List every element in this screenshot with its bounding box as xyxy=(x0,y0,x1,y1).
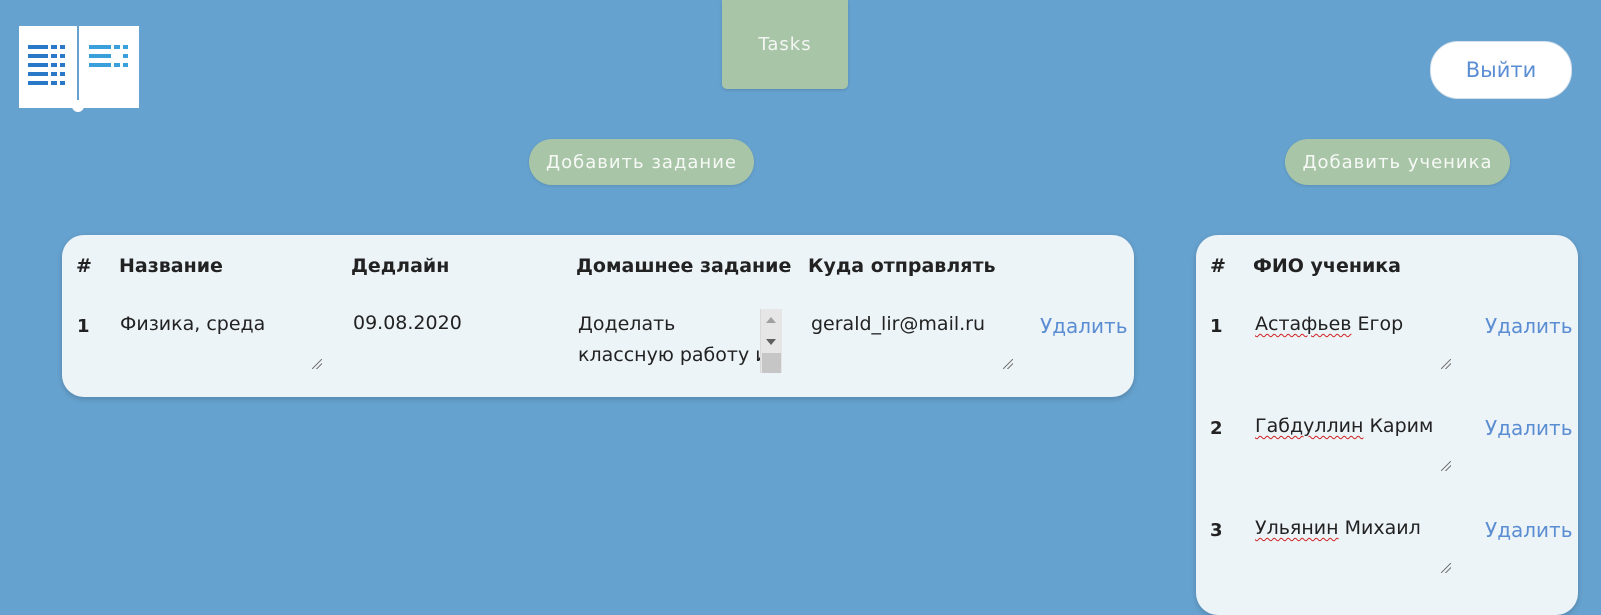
row-number: 2 xyxy=(1210,418,1223,439)
students-table: # ФИО ученика 1 Астафьев Егор Удалить 2 … xyxy=(1196,235,1578,615)
resize-handle-icon[interactable] xyxy=(1441,359,1451,369)
open-book-icon xyxy=(19,26,139,112)
add-task-button[interactable]: Добавить задание xyxy=(529,139,754,185)
delete-student-link[interactable]: Удалить xyxy=(1485,518,1573,542)
student-surname: Габдуллин xyxy=(1255,415,1364,437)
homework-line: классную работу и xyxy=(578,344,768,366)
student-surname: Астафьев xyxy=(1255,313,1352,335)
column-header-send-to: Куда отправлять xyxy=(808,255,996,277)
delete-student-link[interactable]: Удалить xyxy=(1485,314,1573,338)
row-number: 1 xyxy=(1210,316,1223,337)
column-header-deadline: Дедлайн xyxy=(351,255,450,277)
tasks-table: # Название Дедлайн Домашнее задание Куда… xyxy=(62,235,1134,397)
scroll-thumb[interactable] xyxy=(762,353,781,373)
student-name-field[interactable]: Ульянин Михаил xyxy=(1255,513,1453,575)
logout-button[interactable]: Выйти xyxy=(1430,41,1572,99)
student-name-field[interactable]: Астафьев Егор xyxy=(1255,309,1453,371)
resize-handle-icon[interactable] xyxy=(1441,461,1451,471)
column-header-name: Название xyxy=(119,255,223,277)
homework-line: Доделать xyxy=(578,313,676,335)
tab-tasks[interactable]: Tasks xyxy=(722,0,848,89)
homework-field[interactable]: Доделать классную работу и xyxy=(578,309,782,373)
task-name-value: Физика, среда xyxy=(120,313,266,335)
deadline-field[interactable]: 09.08.2020 xyxy=(353,308,553,370)
deadline-value: 09.08.2020 xyxy=(353,312,462,334)
student-name-field[interactable]: Габдуллин Карим xyxy=(1255,411,1453,473)
task-name-field[interactable]: Физика, среда xyxy=(120,309,324,371)
send-to-value: gerald_lir@mail.ru xyxy=(811,313,986,335)
delete-student-link[interactable]: Удалить xyxy=(1485,416,1573,440)
resize-handle-icon[interactable] xyxy=(312,359,322,369)
logo[interactable] xyxy=(19,26,139,114)
scroll-up-icon[interactable] xyxy=(766,317,776,323)
scroll-down-icon[interactable] xyxy=(766,339,776,345)
column-header-number: # xyxy=(76,255,92,277)
student-given-name: Егор xyxy=(1357,313,1404,335)
student-surname: Ульянин xyxy=(1255,517,1339,539)
row-number: 3 xyxy=(1210,520,1223,541)
delete-task-link[interactable]: Удалить xyxy=(1040,314,1128,338)
column-header-student-name: ФИО ученика xyxy=(1253,255,1401,277)
resize-handle-icon[interactable] xyxy=(1003,359,1013,369)
column-header-homework: Домашнее задание xyxy=(576,255,792,277)
add-student-button[interactable]: Добавить ученика xyxy=(1285,139,1510,185)
resize-handle-icon[interactable] xyxy=(1441,563,1451,573)
homework-scrollbar[interactable] xyxy=(760,309,782,373)
student-given-name: Карим xyxy=(1369,415,1434,437)
send-to-field[interactable]: gerald_lir@mail.ru xyxy=(811,309,1015,371)
row-number: 1 xyxy=(77,316,90,337)
column-header-number: # xyxy=(1210,255,1226,277)
student-given-name: Михаил xyxy=(1344,517,1421,539)
